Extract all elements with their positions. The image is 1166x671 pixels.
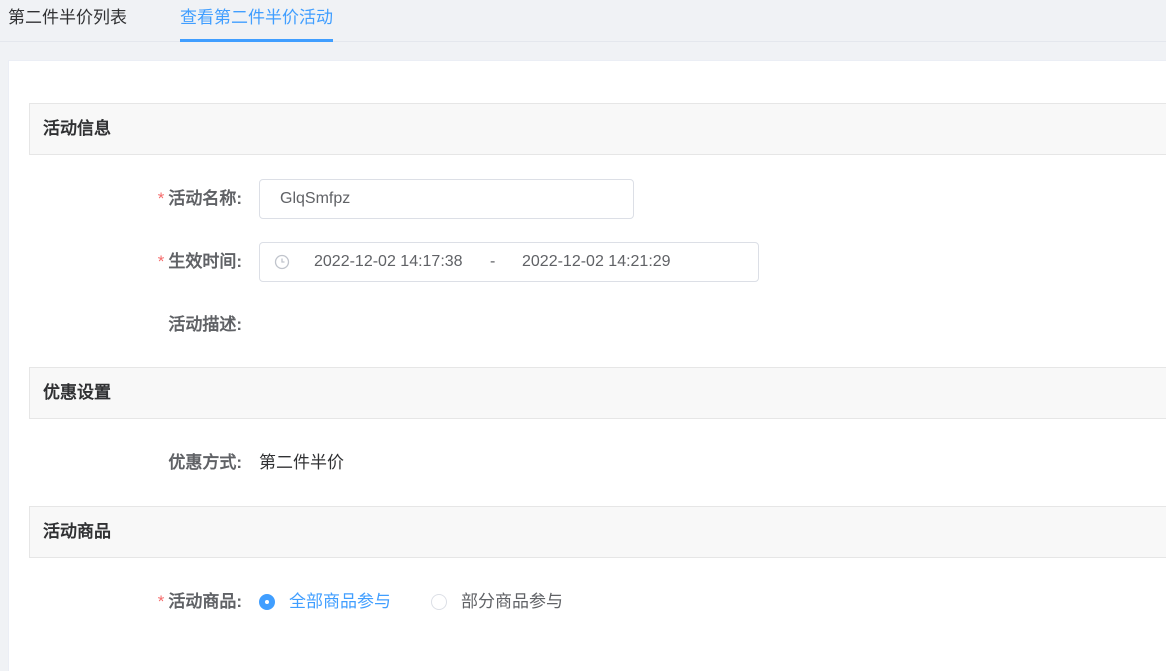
form-label: 活动描述:: [168, 315, 242, 334]
section-title: 优惠设置: [43, 383, 111, 402]
form-label: * 活动商品:: [157, 592, 242, 611]
form-row-effective-time: * 生效时间: 2022-12-02 14:17:38 - 2022-12-02 …: [9, 242, 1166, 282]
date-range-picker[interactable]: 2022-12-02 14:17:38 - 2022-12-02 14:21:2…: [259, 242, 759, 282]
range-start[interactable]: 2022-12-02 14:17:38: [314, 243, 463, 281]
section-header-activity-goods: 活动商品: [29, 506, 1166, 558]
form-row-activity-name: * 活动名称: GlqSmfpz: [9, 179, 1166, 219]
discount-method-value: 第二件半价: [259, 453, 344, 472]
required-mark: *: [157, 189, 165, 208]
form-row-activity-description: 活动描述:: [9, 305, 1166, 345]
radio-label: 全部商品参与: [289, 592, 391, 611]
form-row-discount-method: 优惠方式: 第二件半价: [9, 443, 1166, 483]
range-separator: -: [490, 253, 496, 270]
radio-checked-icon: [259, 594, 275, 610]
form-label: * 活动名称:: [157, 189, 242, 208]
section-header-activity-info: 活动信息: [29, 103, 1166, 155]
form-label: 优惠方式:: [168, 453, 242, 472]
radio-label: 部分商品参与: [461, 592, 563, 611]
section-title: 活动信息: [43, 119, 111, 138]
form-row-activity-goods: * 活动商品: 全部商品参与 部分商品参与: [9, 582, 1166, 622]
section-title: 活动商品: [43, 522, 111, 541]
tab-label: 第二件半价列表: [8, 8, 127, 27]
required-mark: *: [157, 592, 165, 611]
tab-view-second-half-price-activity[interactable]: 查看第二件半价活动: [180, 0, 333, 42]
required-mark: *: [157, 252, 165, 271]
range-end[interactable]: 2022-12-02 14:21:29: [522, 243, 671, 281]
form-label: * 生效时间:: [157, 252, 242, 271]
tab-label: 查看第二件半价活动: [180, 8, 333, 27]
tab-second-half-price-list[interactable]: 第二件半价列表: [8, 0, 127, 42]
clock-icon: [274, 254, 290, 270]
tab-bar: 第二件半价列表 查看第二件半价活动: [0, 0, 1166, 42]
main-panel: 活动信息 * 活动名称: GlqSmfpz * 生效时间: 2022-12-02 1…: [8, 60, 1166, 671]
active-tab-indicator: [180, 39, 333, 42]
activity-name-input[interactable]: GlqSmfpz: [259, 179, 634, 219]
section-header-discount-settings: 优惠设置: [29, 367, 1166, 419]
radio-unchecked-icon: [431, 594, 447, 610]
